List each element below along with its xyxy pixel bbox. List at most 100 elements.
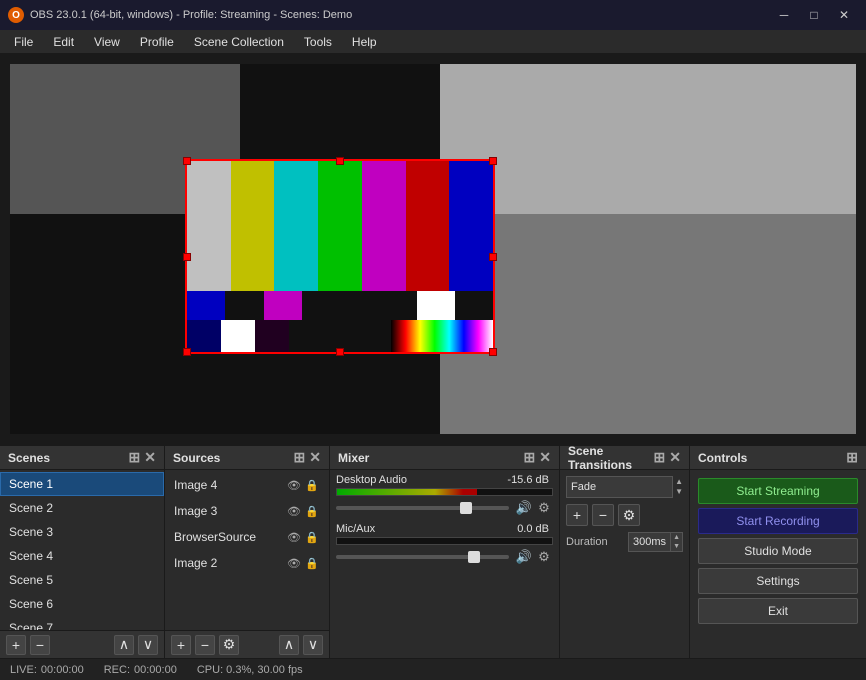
scene-item-7[interactable]: Scene 7: [0, 616, 164, 630]
scenes-footer: + − ∧ ∨: [0, 630, 164, 658]
control-button-start-recording[interactable]: Start Recording: [698, 508, 858, 534]
controls-panel: Controls ⊞ Start StreamingStart Recordin…: [690, 446, 866, 658]
source-eye-icon-3[interactable]: 👁: [286, 529, 302, 545]
transition-arrows: ▲ ▼: [675, 477, 683, 497]
transform-handle-bl[interactable]: [183, 348, 191, 356]
scenes-list: Scene 1Scene 2Scene 3Scene 4Scene 5Scene…: [0, 470, 164, 630]
menubar-item-view[interactable]: View: [84, 33, 130, 51]
source-lock-icon-2[interactable]: 🔒: [304, 503, 320, 519]
menubar-item-help[interactable]: Help: [342, 33, 387, 51]
source-eye-icon-4[interactable]: 👁: [286, 555, 302, 571]
transitions-lock-icon[interactable]: ⊞: [654, 449, 666, 466]
scenes-panel: Scenes ⊞ ✕ Scene 1Scene 2Scene 3Scene 4S…: [0, 446, 165, 658]
menubar-item-scene-collection[interactable]: Scene Collection: [184, 33, 294, 51]
preview-block-lightgray-topright: [440, 64, 856, 214]
source-lock-icon-3[interactable]: 🔒: [304, 529, 320, 545]
mixer-track-name-2: Mic/Aux: [336, 523, 517, 535]
source-eye-icon-1[interactable]: 👁: [286, 477, 302, 493]
mixer-panel-title: Mixer: [338, 451, 369, 465]
source-label-2: Image 3: [174, 504, 284, 518]
transform-handle-mr[interactable]: [489, 253, 497, 261]
scenes-down-button[interactable]: ∨: [138, 635, 158, 655]
mixer-settings-button-2[interactable]: ⚙: [535, 548, 553, 566]
source-lock-icon-4[interactable]: 🔒: [304, 555, 320, 571]
transition-buttons-row: + − ⚙: [566, 504, 683, 526]
scenes-lock-icon[interactable]: ⊞: [129, 449, 141, 466]
duration-up-arrow[interactable]: ▲: [671, 533, 682, 542]
transform-handle-tl[interactable]: [183, 157, 191, 165]
scene-item-1[interactable]: Scene 1: [0, 472, 164, 496]
transition-down-arrow[interactable]: ▼: [675, 487, 683, 497]
source-eye-icon-2[interactable]: 👁: [286, 503, 302, 519]
scene-item-2[interactable]: Scene 2: [0, 496, 164, 520]
source-lock-icon-1[interactable]: 🔒: [304, 477, 320, 493]
bar-minus-i: [187, 320, 221, 352]
window-controls: ─ □ ✕: [770, 5, 858, 25]
scene-item-5[interactable]: Scene 5: [0, 568, 164, 592]
scenes-up-button[interactable]: ∧: [114, 635, 134, 655]
transform-handle-tr[interactable]: [489, 157, 497, 165]
preview-block-gray-bottomright: [440, 214, 856, 434]
statusbar: LIVE: 00:00:00 REC: 00:00:00 CPU: 0.3%, …: [0, 658, 866, 680]
scene-item-6[interactable]: Scene 6: [0, 592, 164, 616]
controls-lock-icon[interactable]: ⊞: [846, 449, 858, 466]
scenes-remove-button[interactable]: −: [30, 635, 50, 655]
transform-handle-br[interactable]: [489, 348, 497, 356]
mixer-lock-icon[interactable]: ⊞: [524, 449, 536, 466]
bar-black2: [302, 291, 417, 320]
sources-lock-icon[interactable]: ⊞: [294, 449, 306, 466]
menubar-item-file[interactable]: File: [4, 33, 43, 51]
control-button-studio-mode[interactable]: Studio Mode: [698, 538, 858, 564]
transform-handle-tm[interactable]: [336, 157, 344, 165]
sources-remove-button[interactable]: −: [195, 635, 215, 655]
control-button-exit[interactable]: Exit: [698, 598, 858, 624]
sources-settings-button[interactable]: ⚙: [219, 635, 239, 655]
control-button-settings[interactable]: Settings: [698, 568, 858, 594]
sources-panel: Sources ⊞ ✕ Image 4 👁 🔒 Image 3 👁 🔒 Brow…: [165, 446, 330, 658]
mixer-volume-slider-1[interactable]: [336, 506, 509, 510]
sources-up-button[interactable]: ∧: [279, 635, 299, 655]
bar-blue2: [187, 291, 225, 320]
mixer-track-2: Mic/Aux 0.0 dB 🔊 ⚙: [336, 523, 553, 566]
sources-add-button[interactable]: +: [171, 635, 191, 655]
bar-white2: [221, 320, 255, 352]
bar-plus-q: [255, 320, 289, 352]
mixer-mute-button-1[interactable]: 🔊: [515, 499, 533, 517]
scene-item-3[interactable]: Scene 3: [0, 520, 164, 544]
transition-settings-button[interactable]: ⚙: [618, 504, 640, 526]
mixer-track-db-1: -15.6 dB: [507, 474, 549, 486]
controls-content: Start Streaming Start Recording Studio Mod…: [690, 470, 866, 658]
menubar-item-profile[interactable]: Profile: [130, 33, 184, 51]
transitions-close-icon[interactable]: ✕: [669, 449, 681, 466]
mixer-mute-button-2[interactable]: 🔊: [515, 548, 533, 566]
color-bars-source[interactable]: [185, 159, 495, 354]
scenes-add-button[interactable]: +: [6, 635, 26, 655]
sources-down-button[interactable]: ∨: [303, 635, 323, 655]
scenes-close-icon[interactable]: ✕: [144, 449, 156, 466]
scene-item-4[interactable]: Scene 4: [0, 544, 164, 568]
mixer-close-icon[interactable]: ✕: [539, 449, 551, 466]
sources-panel-title: Sources: [173, 451, 220, 465]
menubar-item-edit[interactable]: Edit: [43, 33, 84, 51]
transitions-panel-header: Scene Transitions ⊞ ✕: [560, 446, 689, 470]
sources-close-icon[interactable]: ✕: [309, 449, 321, 466]
mixer-content: Desktop Audio -15.6 dB 🔊 ⚙ Mic/Aux 0.0 d…: [330, 470, 559, 658]
smpte-bars-top: [187, 161, 493, 291]
transition-up-arrow[interactable]: ▲: [675, 477, 683, 487]
menubar-item-tools[interactable]: Tools: [294, 33, 342, 51]
transform-handle-ml[interactable]: [183, 253, 191, 261]
transition-select-box[interactable]: Fade: [566, 476, 673, 498]
transform-handle-bm[interactable]: [336, 348, 344, 356]
duration-box: 300ms ▲ ▼: [628, 532, 683, 552]
transition-add-button[interactable]: +: [566, 504, 588, 526]
mixer-volume-slider-2[interactable]: [336, 555, 509, 559]
minimize-button[interactable]: ─: [770, 5, 798, 25]
transition-remove-button[interactable]: −: [592, 504, 614, 526]
bar-green: [318, 161, 362, 291]
duration-down-arrow[interactable]: ▼: [671, 542, 682, 551]
control-button-start-streaming[interactable]: Start Streaming: [698, 478, 858, 504]
maximize-button[interactable]: □: [800, 5, 828, 25]
duration-arrows: ▲ ▼: [670, 533, 682, 551]
mixer-settings-button-1[interactable]: ⚙: [535, 499, 553, 517]
close-button[interactable]: ✕: [830, 5, 858, 25]
